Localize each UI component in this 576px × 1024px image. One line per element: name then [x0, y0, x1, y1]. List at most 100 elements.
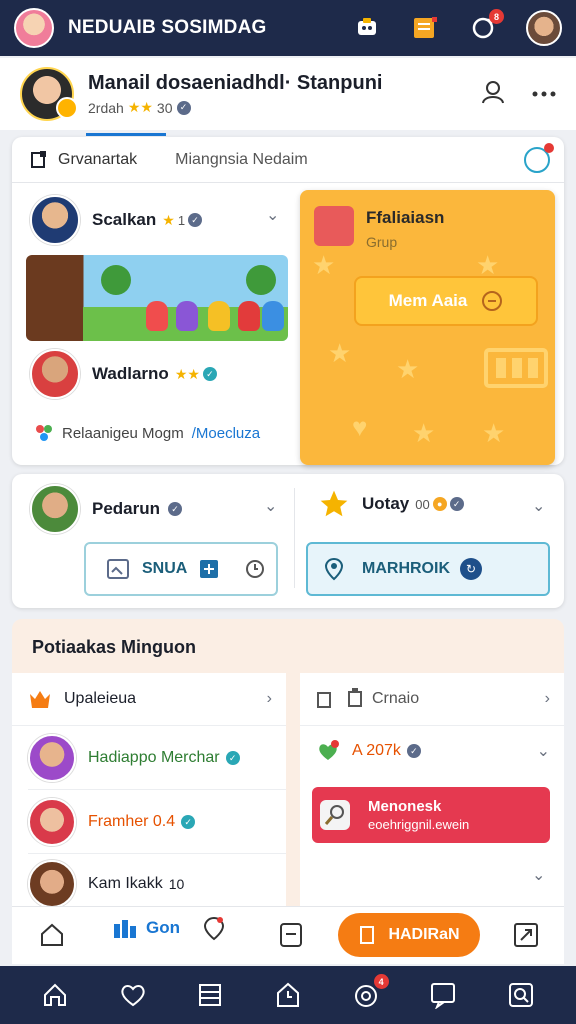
- avatar: [28, 734, 76, 782]
- crown-icon: [30, 691, 50, 708]
- chevron-down-icon[interactable]: ⌄: [532, 496, 545, 516]
- coin-icon: [482, 291, 503, 311]
- user-avatar[interactable]: [526, 10, 562, 46]
- share-link[interactable]: /Moecluza: [192, 425, 260, 442]
- friend-item[interactable]: Pedarun ✓: [30, 484, 183, 534]
- feed-item-meta: ★ 1 ✓: [162, 211, 203, 229]
- image-icon: [107, 559, 129, 579]
- alert-subtitle: eoehriggnil.ewein: [368, 817, 470, 832]
- home-icon[interactable]: [38, 921, 66, 954]
- star-icon: ★★: [127, 99, 153, 115]
- go-button[interactable]: Gon: [112, 915, 226, 941]
- chart-icon: [114, 920, 136, 938]
- feed-banner-image[interactable]: [26, 255, 288, 341]
- verified-icon: ✓: [176, 100, 191, 115]
- feed-item-meta: ★★ ✓: [175, 366, 217, 383]
- film-strip-icon: [484, 348, 548, 388]
- list-item[interactable]: Kam Ikakk 10: [12, 859, 286, 909]
- star-icon: [320, 490, 348, 517]
- verified-icon: ✓: [188, 213, 203, 227]
- star-icon: ★: [162, 211, 175, 228]
- friend-item[interactable]: Uotay 00 ● ✓: [318, 488, 464, 520]
- more-icon[interactable]: [532, 85, 556, 103]
- chevron-down-icon[interactable]: ⌄: [264, 496, 277, 516]
- search-box-icon[interactable]: [506, 980, 536, 1010]
- profile-text: Manail dosaeniadhdl· Stanpuni 2rdah ★★ 3…: [88, 72, 382, 116]
- person-icon[interactable]: [480, 79, 506, 110]
- add-icon[interactable]: [524, 142, 554, 173]
- marhroik-label: MARHROIK: [362, 560, 450, 577]
- home-icon[interactable]: [40, 980, 70, 1010]
- tab-miangnsia[interactable]: Miangnsia Nedaim: [175, 137, 330, 183]
- list-item[interactable]: Framher 0.4 ✓: [12, 793, 286, 851]
- verified-icon: ✓: [202, 367, 217, 381]
- list-item-name: Framher 0.4: [88, 813, 176, 830]
- promo-card[interactable]: Ffaliaiasn Grup Mem Aaia ★ ★ ★ ★ ♥ ★ ★: [300, 190, 555, 465]
- cta-button[interactable]: HADIRaN: [338, 913, 480, 957]
- copy-icon: [317, 692, 331, 708]
- copy-icon: [360, 926, 375, 944]
- list-header-label: Upaleieua: [64, 690, 137, 707]
- refresh-icon: ↻: [460, 558, 482, 580]
- document-icon[interactable]: [278, 921, 304, 954]
- promo-button-label: Mem Aaia: [388, 291, 468, 310]
- target-icon[interactable]: 4: [351, 974, 389, 1010]
- avatar: [30, 195, 80, 245]
- refresh-icon[interactable]: 8: [468, 9, 504, 43]
- marhroik-button[interactable]: MARHROIK ↻: [306, 542, 550, 596]
- share-text: Relaanigeu Mogm: [62, 424, 184, 442]
- snua-button[interactable]: SNUA: [84, 542, 278, 596]
- app-title: NEDUAIB SOSIMDAG: [68, 17, 267, 38]
- promo-subtitle: Grup: [366, 234, 398, 250]
- system-nav-bar: 4: [0, 966, 576, 1024]
- top-app-bar: NEDUAIB SOSIMDAG 8: [0, 0, 576, 56]
- bottom-toolbar: Gon HADIRaN: [12, 906, 564, 964]
- game-character-icon: [314, 206, 354, 246]
- location-pin-icon: [203, 916, 225, 941]
- folder-icon[interactable]: [410, 13, 440, 43]
- feed-item[interactable]: Scalkan ★ 1 ✓: [30, 195, 203, 245]
- profile-subtitle-count: 30: [156, 99, 173, 116]
- alert-title: Menonesk: [368, 798, 442, 815]
- feed-item-name: Scalkan: [92, 210, 157, 229]
- chat-icon[interactable]: [428, 980, 458, 1010]
- expand-icon[interactable]: [512, 921, 540, 954]
- heart-icon: ♥: [352, 412, 368, 442]
- verified-icon: ✓: [406, 744, 421, 758]
- go-label: Gon: [146, 918, 180, 937]
- search-icon: [320, 800, 350, 830]
- feed-item[interactable]: Wadlarno ★★ ✓: [30, 349, 217, 399]
- right-item[interactable]: A 207k ✓ ⌄: [300, 731, 564, 771]
- verified-icon: ✓: [168, 502, 183, 516]
- profile-avatar[interactable]: [20, 67, 78, 121]
- top-icons: 8: [352, 9, 562, 46]
- list-item[interactable]: Hadiappo Merchar ✓: [12, 729, 286, 787]
- app-avatar[interactable]: [14, 8, 54, 48]
- promo-button[interactable]: Mem Aaia: [354, 276, 538, 326]
- star-icon: ★: [476, 250, 500, 280]
- notification-badge: 8: [489, 9, 504, 24]
- tab-grvanartak[interactable]: Grvanartak: [30, 132, 167, 183]
- right-header-label: Crnaio: [372, 690, 420, 707]
- chevron-down-icon[interactable]: ⌄: [532, 865, 545, 885]
- tab-label: Miangnsia Nedaim: [175, 150, 308, 168]
- list-header[interactable]: Upaleieua ›: [12, 673, 286, 725]
- list-icon[interactable]: [195, 980, 225, 1010]
- heart-icon[interactable]: [118, 980, 148, 1010]
- chat-bubble-icon[interactable]: [352, 13, 382, 43]
- avatar: [28, 798, 76, 846]
- right-header[interactable]: Crnaio ›: [300, 673, 564, 725]
- share-row: Relaanigeu Mogm /Moecluza: [34, 423, 260, 443]
- alert-card[interactable]: Menonesk eoehriggnil.ewein: [312, 787, 550, 843]
- coin-icon: ●: [432, 497, 447, 511]
- timer-icon: [246, 560, 265, 578]
- star-icon: ★: [482, 418, 506, 448]
- home-box-icon[interactable]: [273, 980, 303, 1010]
- star-icon: ★: [312, 250, 336, 280]
- plus-box-icon: [200, 560, 219, 578]
- right-item-name: A 207k: [352, 742, 401, 759]
- alert-text: Menonesk eoehriggnil.ewein: [368, 798, 469, 832]
- section-title: Potiaakas Minguon: [32, 637, 197, 657]
- chevron-down-icon[interactable]: ⌄: [266, 205, 279, 225]
- feed-item-count: 1: [177, 212, 186, 228]
